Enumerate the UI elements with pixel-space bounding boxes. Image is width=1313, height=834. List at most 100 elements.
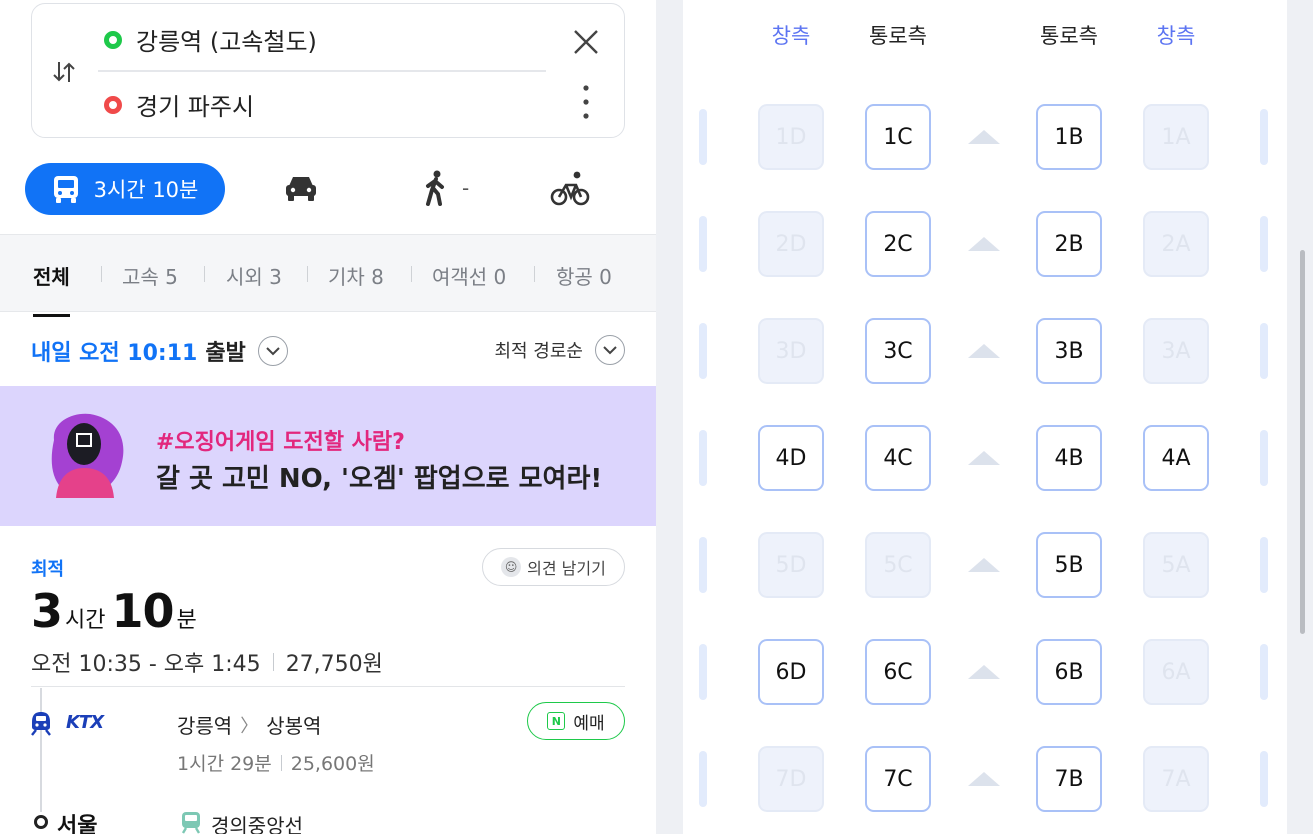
- tab-all[interactable]: 전체: [33, 261, 70, 317]
- scrollbar[interactable]: [1300, 250, 1305, 634]
- departure-time: 내일 오전 10:11: [31, 341, 198, 366]
- seat-4c[interactable]: 4C: [861, 425, 935, 499]
- duration-hours: 3: [31, 584, 63, 638]
- promo-banner[interactable]: #오징어게임 도전할 사람? 갈 곳 고민 NO, '오겜' 팝업으로 모여라!: [0, 386, 656, 526]
- destination-field[interactable]: 경기 파주시: [104, 87, 254, 122]
- seat-3c[interactable]: 3C: [861, 318, 935, 392]
- train-icon: [31, 712, 51, 736]
- sort-label: 최적 경로순: [494, 341, 583, 362]
- booking-label: 예매: [573, 713, 605, 734]
- tab-train[interactable]: 기차 8: [328, 261, 384, 290]
- banner-image: [51, 413, 124, 498]
- naver-icon: N: [547, 712, 566, 730]
- tab-flight[interactable]: 항공 0: [556, 261, 612, 290]
- seat-5d: 5D: [754, 532, 828, 606]
- bike-icon[interactable]: [550, 170, 590, 206]
- origin-field[interactable]: 강릉역 (고속철도): [104, 22, 317, 57]
- seat-3d: 3D: [754, 318, 828, 392]
- seat-6c[interactable]: 6C: [861, 639, 935, 713]
- aisle-arrow-icon: [968, 130, 1000, 144]
- column-header-window: 창측: [1156, 24, 1196, 48]
- ktx-logo: KTX: [66, 712, 104, 733]
- aisle-arrow-icon: [968, 558, 1000, 572]
- seat-6d[interactable]: 6D: [754, 639, 828, 713]
- wall-marker: [1260, 537, 1268, 593]
- tab-separator: [411, 266, 412, 282]
- wall-marker: [699, 323, 707, 379]
- departure-suffix: 출발: [205, 341, 246, 366]
- booking-button[interactable]: N 예매: [527, 702, 625, 740]
- tab-intercity-bus[interactable]: 시외 3: [226, 261, 282, 290]
- wall-marker: [1260, 323, 1268, 379]
- wall-marker: [1260, 644, 1268, 700]
- seat-7b[interactable]: 7B: [1032, 746, 1106, 820]
- seat-5c: 5C: [861, 532, 935, 606]
- seat-4b[interactable]: 4B: [1032, 425, 1106, 499]
- banner-subtitle: 갈 곳 고민 NO, '오겜' 팝업으로 모여라!: [156, 464, 603, 494]
- seat-4d[interactable]: 4D: [754, 425, 828, 499]
- seat-5b[interactable]: 5B: [1032, 532, 1106, 606]
- seat-7c[interactable]: 7C: [861, 746, 935, 820]
- tab-ferry[interactable]: 여객선 0: [432, 261, 506, 290]
- wall-marker: [699, 109, 707, 165]
- wall-marker: [699, 751, 707, 807]
- origin-dot-icon: [104, 30, 122, 49]
- close-icon[interactable]: [572, 28, 600, 56]
- column-header-window: 창측: [771, 24, 811, 48]
- seat-1b[interactable]: 1B: [1032, 104, 1106, 178]
- divider: [280, 754, 282, 771]
- column-header-aisle: 통로측: [1040, 24, 1098, 48]
- total-fare: 27,750원: [285, 652, 383, 677]
- wall-marker: [699, 216, 707, 272]
- tab-separator: [101, 266, 102, 282]
- seat-3a: 3A: [1139, 318, 1213, 392]
- mode-transit-button[interactable]: 3시간 10분: [25, 163, 225, 215]
- wall-marker: [1260, 751, 1268, 807]
- wall-marker: [1260, 216, 1268, 272]
- duration-minutes: 10: [111, 584, 175, 638]
- duration-minutes-unit: 분: [176, 608, 197, 633]
- seat-1c[interactable]: 1C: [861, 104, 935, 178]
- swap-icon[interactable]: [52, 58, 76, 86]
- time-range: 오전 10:35 - 오후 1:45: [31, 652, 261, 677]
- wall-marker: [1260, 109, 1268, 165]
- destination-text: 경기 파주시: [136, 93, 255, 121]
- sort-selector[interactable]: 최적 경로순: [494, 335, 625, 365]
- car-icon[interactable]: [284, 174, 318, 202]
- departure-time-selector[interactable]: 내일 오전 10:11 출발: [31, 335, 288, 367]
- wall-marker: [699, 644, 707, 700]
- mode-walk-button[interactable]: -: [424, 170, 469, 206]
- tab-separator: [307, 266, 308, 282]
- segment-from: 강릉역: [177, 714, 233, 738]
- seat-2d: 2D: [754, 211, 828, 285]
- seat-map-panel: 창측 통로측 통로측 창측 1D 1C 1B 1A 2D 2C 2B 2A 3D 3C 3B 3A 4D…: [656, 0, 1313, 834]
- smile-icon: ☺: [501, 557, 522, 577]
- more-icon[interactable]: [580, 84, 592, 120]
- segment-to: 상봉역: [266, 714, 322, 738]
- aisle-arrow-icon: [968, 665, 1000, 679]
- seat-2a: 2A: [1139, 211, 1213, 285]
- feedback-button[interactable]: ☺ 의견 남기기: [482, 548, 625, 586]
- seat-2c[interactable]: 2C: [861, 211, 935, 285]
- seat-6a: 6A: [1139, 639, 1213, 713]
- seat-6b[interactable]: 6B: [1032, 639, 1106, 713]
- wall-marker: [699, 430, 707, 486]
- seat-4a[interactable]: 4A: [1139, 425, 1213, 499]
- origin-text: 강릉역 (고속철도): [136, 28, 317, 56]
- aisle-arrow-icon: [968, 772, 1000, 786]
- aisle-arrow-icon: [968, 344, 1000, 358]
- seat-3b[interactable]: 3B: [1032, 318, 1106, 392]
- total-duration: 3 시간 10 분: [31, 584, 203, 638]
- chevron-right-icon: 〉: [240, 715, 259, 737]
- wall-marker: [699, 537, 707, 593]
- walk-duration-label: -: [462, 176, 470, 200]
- seat-2b[interactable]: 2B: [1032, 211, 1106, 285]
- aisle-arrow-icon: [968, 237, 1000, 251]
- tab-separator: [204, 266, 205, 282]
- station-dot-icon: [34, 815, 48, 829]
- route-result-card[interactable]: 최적 ☺ 의견 남기기 3 시간 10 분 오전 10:35 - 오후 1:45…: [0, 526, 656, 834]
- segment-details: 1시간 29분 25,600원: [177, 749, 375, 776]
- tab-express-bus[interactable]: 고속 5: [122, 261, 178, 290]
- chevron-down-icon: [257, 336, 288, 366]
- tab-separator: [534, 266, 535, 282]
